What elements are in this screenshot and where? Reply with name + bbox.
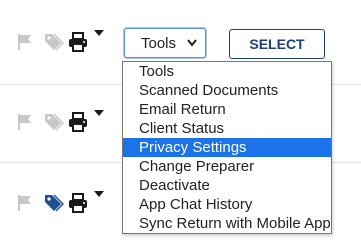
- chevron-down-icon[interactable]: [94, 110, 104, 116]
- flag-icon[interactable]: [18, 195, 32, 211]
- row-actions: [0, 191, 110, 215]
- printer-icon[interactable]: [68, 193, 88, 213]
- dropdown-option-client-status[interactable]: Client Status: [123, 119, 331, 138]
- tools-select[interactable]: Tools: [124, 28, 206, 58]
- select-button[interactable]: SELECT: [229, 29, 325, 59]
- tools-dropdown-list: Tools Scanned Documents Email Return Cli…: [122, 61, 332, 234]
- dropdown-option-tools[interactable]: Tools: [123, 62, 331, 81]
- chevron-down-icon[interactable]: [94, 30, 104, 36]
- dropdown-option-scanned-documents[interactable]: Scanned Documents: [123, 81, 331, 100]
- tag-icon[interactable]: [44, 33, 64, 51]
- dropdown-option-privacy-settings[interactable]: Privacy Settings: [123, 138, 331, 157]
- printer-icon[interactable]: [68, 112, 88, 132]
- dropdown-option-app-chat-history[interactable]: App Chat History: [123, 195, 331, 214]
- row-actions: [0, 30, 110, 54]
- tag-icon[interactable]: [44, 113, 64, 131]
- dropdown-option-email-return[interactable]: Email Return: [123, 100, 331, 119]
- chevron-down-icon[interactable]: [94, 191, 104, 197]
- row-actions: [0, 110, 110, 134]
- dropdown-option-change-preparer[interactable]: Change Preparer: [123, 157, 331, 176]
- printer-icon[interactable]: [68, 32, 88, 52]
- tools-select-value: Tools: [141, 35, 177, 52]
- dropdown-option-deactivate[interactable]: Deactivate: [123, 176, 331, 195]
- flag-icon[interactable]: [18, 114, 32, 130]
- flag-icon[interactable]: [18, 34, 32, 50]
- dropdown-option-sync-return[interactable]: Sync Return with Mobile App: [123, 214, 331, 233]
- tag-icon[interactable]: [44, 194, 64, 212]
- chevron-down-icon: [187, 39, 197, 47]
